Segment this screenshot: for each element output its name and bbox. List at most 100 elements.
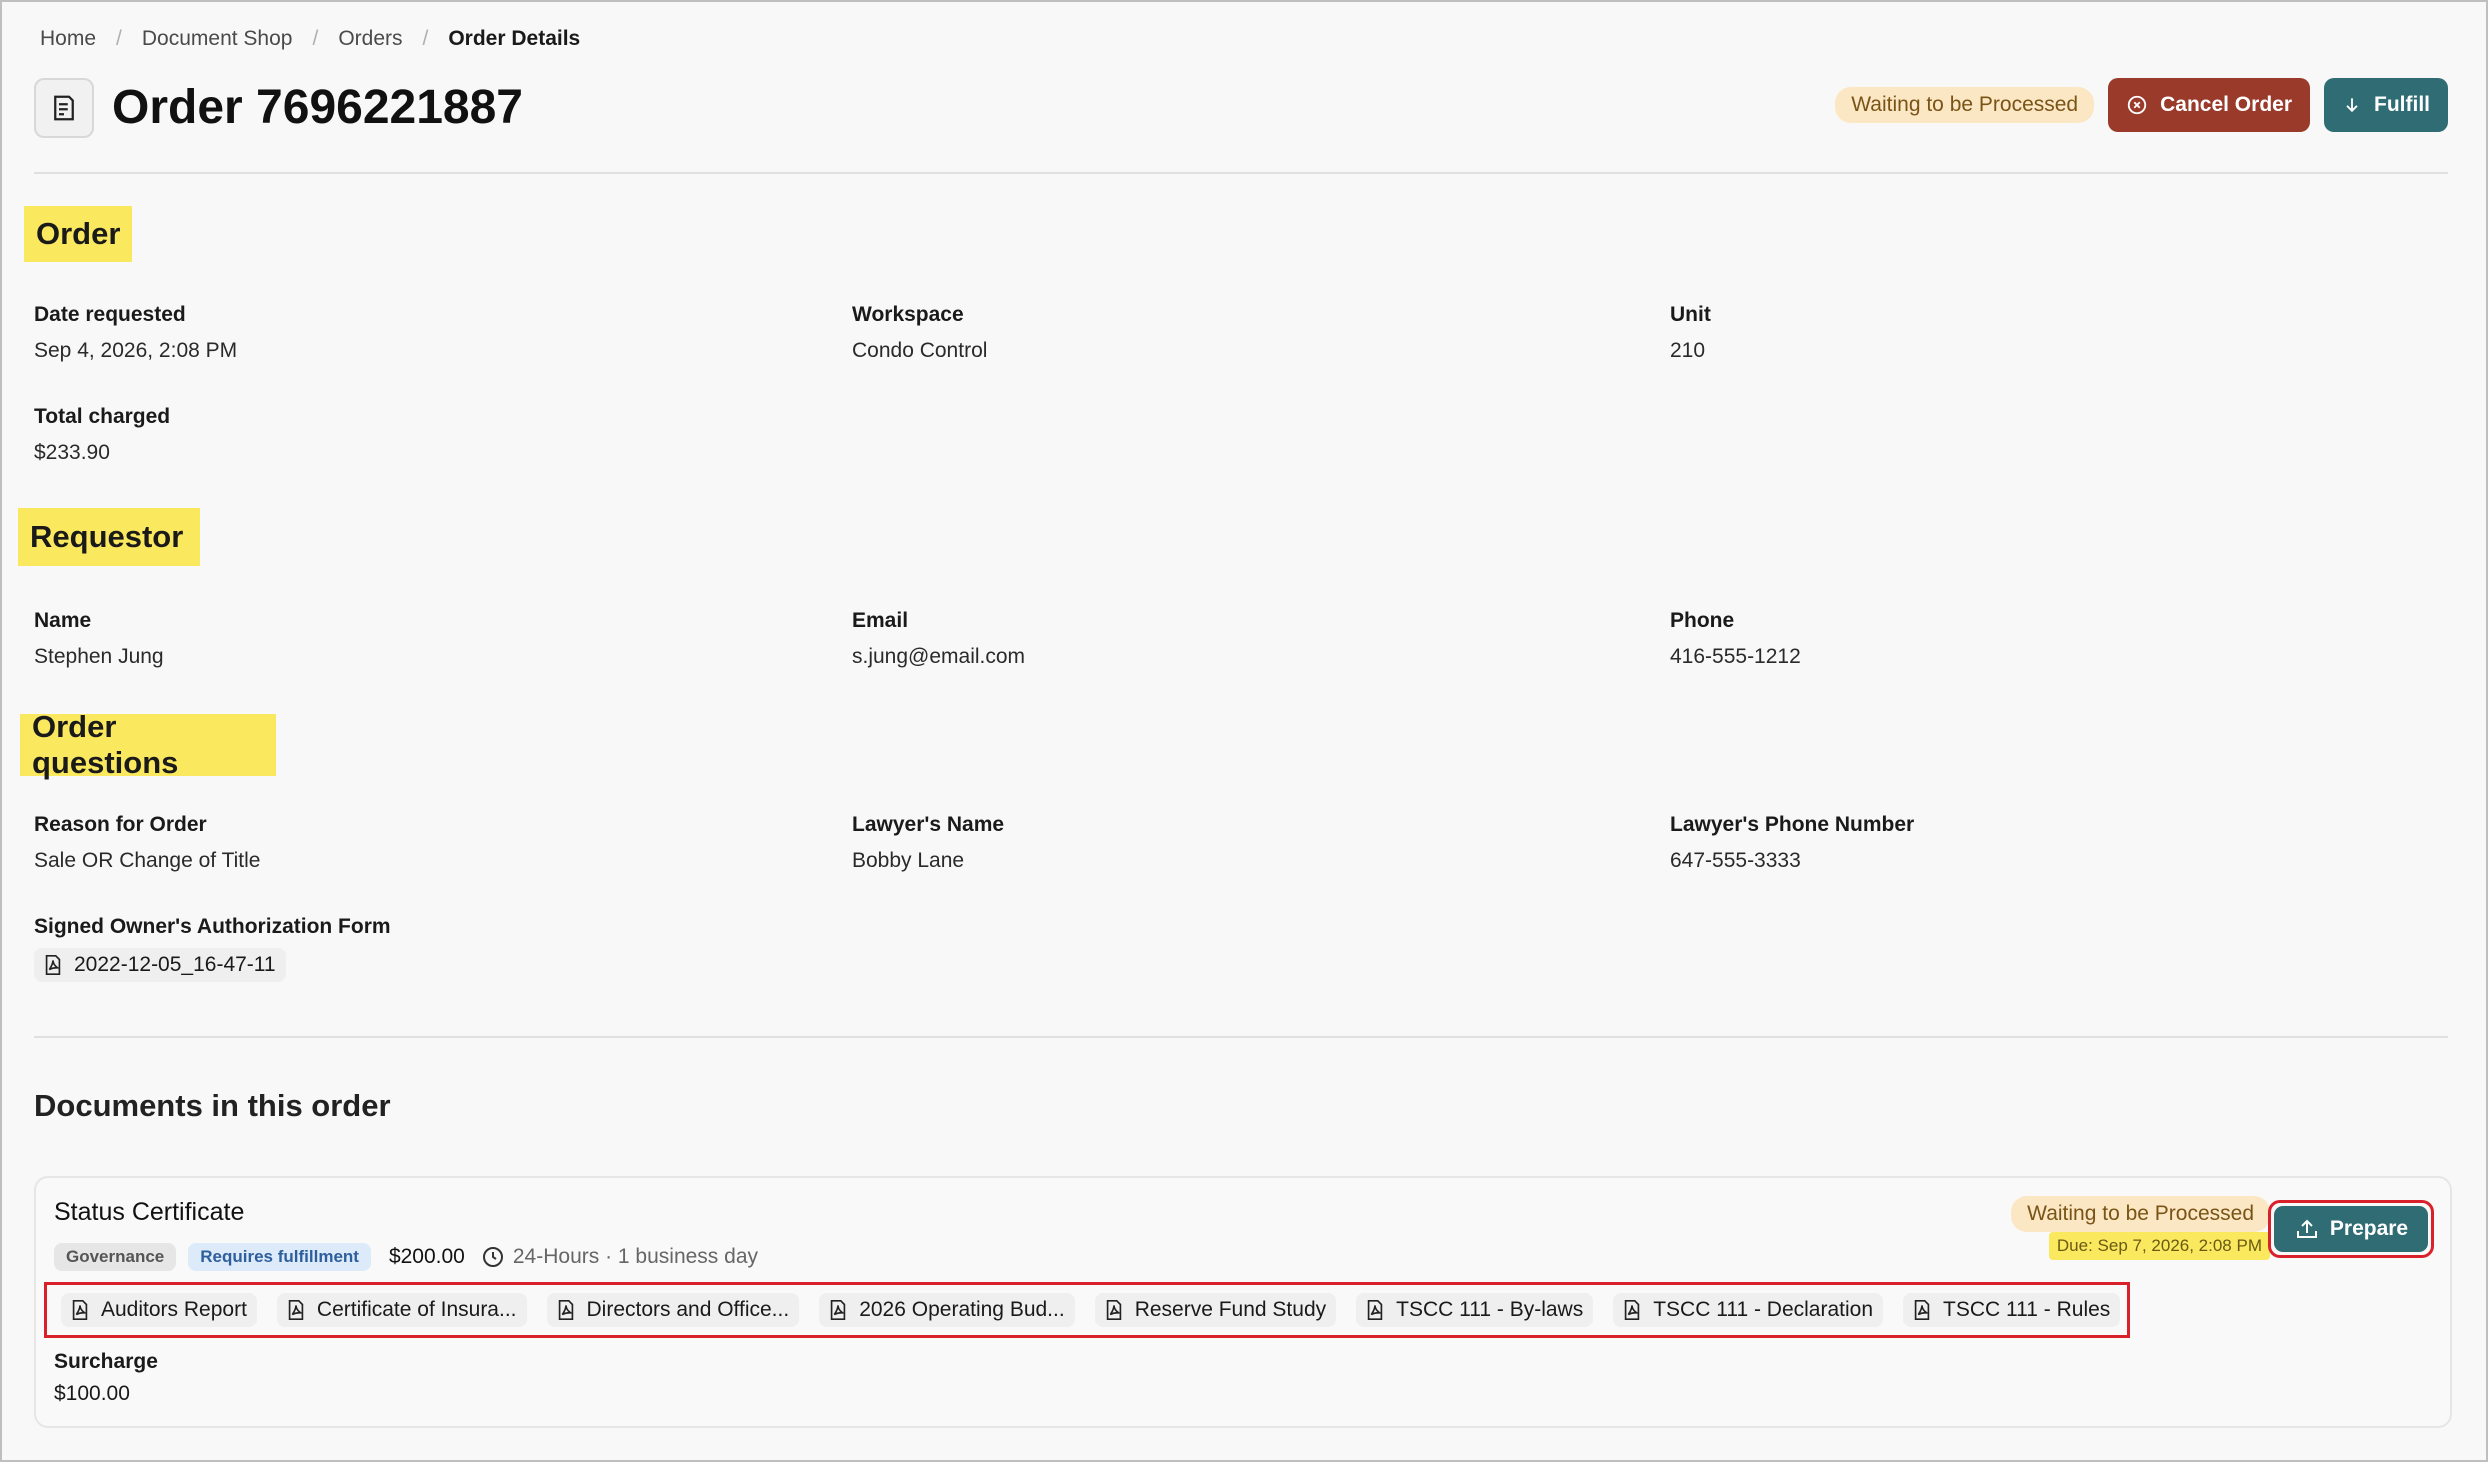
prepare-button[interactable]: Prepare [2274,1206,2428,1252]
document-price: $200.00 [388,1245,465,1268]
reason-field: Reason for Order Sale OR Change of Title [34,810,260,876]
section-heading-order: Order [24,206,132,262]
date-requested-label: Date requested [34,303,186,326]
name-value: Stephen Jung [34,645,164,668]
file-chip[interactable]: Auditors Report [61,1293,257,1327]
breadcrumb-orders[interactable]: Orders [338,27,402,51]
name-label: Name [34,609,92,632]
fulfill-button[interactable]: Fulfill [2324,78,2448,132]
file-name: TSCC 111 - By-laws [1396,1298,1584,1321]
surcharge-value: $100.00 [54,1382,130,1405]
pdf-file-icon [1367,1300,1383,1320]
status-badge: Waiting to be Processed [1835,87,2095,123]
file-name: TSCC 111 - Rules [1943,1298,2111,1321]
surcharge-label: Surcharge [54,1350,158,1373]
prepare-label: Prepare [2329,1217,2409,1240]
upload-icon [2296,1219,2317,1238]
lawyer-phone-field: Lawyer's Phone Number 647-555-3333 [1670,810,1914,876]
file-name: Auditors Report [101,1298,247,1321]
total-charged-label: Total charged [34,405,171,428]
total-charged-value: $233.90 [34,441,110,464]
email-label: Email [852,609,909,632]
breadcrumb-separator: / [422,27,429,50]
file-chip[interactable]: Directors and Office... [546,1293,800,1327]
name-field: Name Stephen Jung [34,606,164,672]
turnaround-text: 24-Hours · 1 business day [512,1245,758,1268]
fulfillment-tag: Requires fulfillment [188,1243,371,1271]
breadcrumb-separator: / [312,27,319,50]
workspace-label: Workspace [852,303,964,326]
clock-icon [482,1247,503,1267]
lawyer-phone-label: Lawyer's Phone Number [1670,813,1915,836]
file-chip[interactable]: Certificate of Insura... [276,1293,527,1327]
document-status-badge: Waiting to be Processed [2011,1196,2270,1232]
file-chip[interactable]: 2026 Operating Bud... [819,1293,1075,1327]
page-title: Order 7696221887 [112,81,523,134]
breadcrumb: Home / Document Shop / Orders / Order De… [40,24,580,54]
documents-heading: Documents in this order [34,1088,391,1123]
breadcrumb-document-shop[interactable]: Document Shop [142,27,293,51]
section-divider [34,1036,2448,1038]
unit-value: 210 [1670,339,1706,362]
cancel-order-button[interactable]: Cancel Order [2108,78,2310,132]
workspace-field: Workspace Condo Control [852,300,987,366]
document-title: Status Certificate [54,1198,245,1226]
lawyer-name-label: Lawyer's Name [852,813,1005,836]
file-chip[interactable]: TSCC 111 - By-laws [1356,1293,1594,1327]
file-name: TSCC 111 - Declaration [1653,1298,1874,1321]
date-requested-value: Sep 4, 2026, 2:08 PM [34,339,238,362]
lawyer-name-field: Lawyer's Name Bobby Lane [852,810,1004,876]
pdf-file-icon [1914,1300,1930,1320]
file-chip[interactable]: Reserve Fund Study [1094,1293,1337,1327]
phone-value: 416-555-1212 [1670,645,1801,668]
phone-field: Phone 416-555-1212 [1670,606,1801,672]
unit-field: Unit 210 [1670,300,1711,366]
lawyer-name-value: Bobby Lane [852,849,965,872]
file-chip[interactable]: TSCC 111 - Declaration [1613,1293,1884,1327]
pdf-file-icon [45,955,61,975]
phone-label: Phone [1670,609,1735,632]
turnaround: 24-Hours · 1 business day [481,1245,758,1269]
total-charged-field: Total charged $233.90 [34,402,170,468]
header-actions: Waiting to be Processed Cancel Order Ful… [1835,78,2448,132]
surcharge-field: Surcharge $100.00 [54,1350,158,1406]
pdf-file-icon [830,1300,846,1320]
breadcrumb-current: Order Details [448,27,581,50]
due-date-badge: Due: Sep 7, 2026, 2:08 PM [2048,1232,2270,1260]
authorization-form-file[interactable]: 2022-12-05_16-47-11 [34,948,286,982]
file-chip[interactable]: TSCC 111 - Rules [1903,1293,2121,1327]
document-status: Waiting to be Processed [2011,1196,2270,1232]
header-divider [34,172,2448,174]
email-value: s.jung@email.com [852,645,1026,668]
receipt-icon [34,78,94,138]
lawyer-phone-value: 647-555-3333 [1670,849,1801,872]
cancel-order-label: Cancel Order [2160,93,2292,116]
document-file-list: Auditors Report Certificate of Insura...… [44,1282,2130,1338]
authorization-form-field: Signed Owner's Authorization Form 2022-1… [34,912,391,982]
pdf-file-icon [288,1300,304,1320]
fulfill-label: Fulfill [2374,93,2430,116]
document-card: Status Certificate Governance Requires f… [34,1176,2452,1428]
pdf-file-icon [1624,1300,1640,1320]
file-name: Reserve Fund Study [1134,1298,1327,1321]
authorization-form-label: Signed Owner's Authorization Form [34,915,391,938]
document-meta-row: Governance Requires fulfillment $200.00 … [54,1240,758,1274]
reason-label: Reason for Order [34,813,207,836]
unit-label: Unit [1670,303,1711,326]
arrow-down-icon [2346,98,2358,113]
breadcrumb-home[interactable]: Home [40,27,96,51]
authorization-form-filename: 2022-12-05_16-47-11 [74,953,276,976]
pdf-file-icon [1106,1300,1121,1320]
prepare-button-highlight: Prepare [2268,1200,2434,1258]
category-tag: Governance [54,1243,177,1271]
page-frame: Home / Document Shop / Orders / Order De… [0,0,2488,1462]
reason-value: Sale OR Change of Title [34,849,261,872]
file-name: 2026 Operating Bud... [859,1298,1065,1321]
workspace-value: Condo Control [852,339,988,362]
email-field: Email s.jung@email.com [852,606,1025,672]
cancel-circle-icon [2127,95,2147,115]
section-heading-requestor: Requestor [18,508,200,566]
pdf-file-icon [72,1300,88,1320]
file-name: Directors and Office... [586,1298,790,1321]
pdf-file-icon [558,1300,573,1320]
